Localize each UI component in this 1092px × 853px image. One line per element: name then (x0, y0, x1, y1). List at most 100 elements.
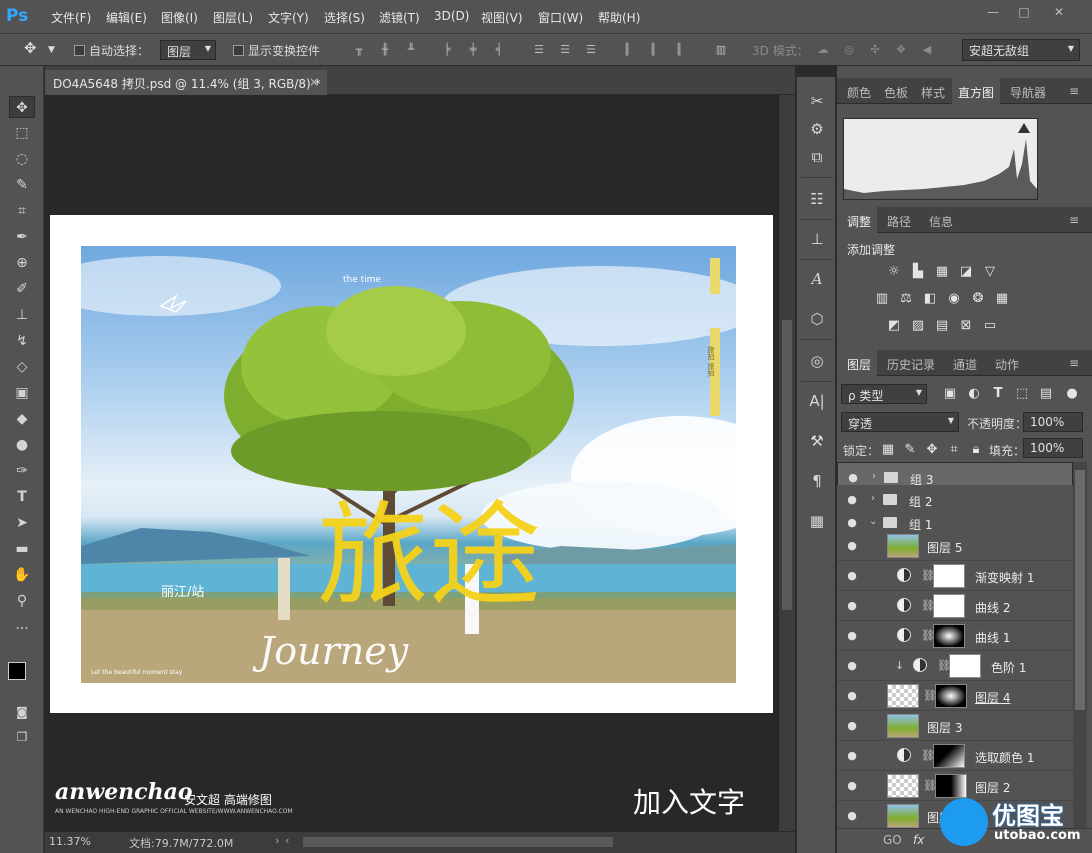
timeline-icon[interactable]: ▦ (805, 509, 829, 533)
maximize-button[interactable]: □ (1013, 4, 1035, 20)
filter-smart-icon[interactable]: ▤ (1037, 386, 1055, 402)
align-right-icon[interactable]: ╡ (492, 43, 506, 57)
layer-mask-thumbnail[interactable] (949, 654, 981, 678)
threshold-icon[interactable]: ▤ (933, 318, 951, 334)
zoom-level[interactable]: 11.37% (49, 835, 91, 848)
layer-filter-dropdown[interactable]: ρ 类型 ▼ (841, 384, 927, 404)
link-layers-icon[interactable]: GO (883, 833, 902, 847)
align-vcenter-icon[interactable]: ╫ (378, 43, 392, 57)
move-tool-icon[interactable]: ✥ (9, 96, 35, 118)
invert-icon[interactable]: ◩ (885, 318, 903, 334)
layers-scrollbar[interactable] (1073, 462, 1087, 840)
lock-pixels-icon[interactable]: ✎ (901, 442, 919, 458)
menu-edit[interactable]: 编辑(E) (106, 9, 147, 26)
rectangle-tool-icon[interactable]: ▬ (9, 538, 35, 560)
lock-all-icon[interactable]: 🔒︎ (967, 442, 985, 458)
quick-select-tool-icon[interactable]: ✎ (9, 174, 35, 196)
tab-paths[interactable]: 路径 (887, 213, 911, 230)
distribute-vcenter-icon[interactable]: ☰ (558, 43, 572, 57)
panel-menu-icon[interactable]: ≡ (1069, 213, 1079, 227)
visibility-eye-icon[interactable]: ● (845, 660, 859, 672)
auto-align-icon[interactable]: ▥ (714, 43, 728, 57)
panel-menu-icon[interactable]: ≡ (1069, 356, 1079, 370)
status-arrow-icon[interactable]: › (275, 834, 279, 847)
align-bottom-icon[interactable]: ╨ (404, 43, 418, 57)
lock-transparency-icon[interactable]: ▦ (879, 442, 897, 458)
character-icon[interactable]: A (805, 267, 829, 291)
fill-input[interactable]: 100% (1023, 438, 1083, 458)
tab-history[interactable]: 历史记录 (887, 356, 935, 373)
visibility-eye-icon[interactable]: ● (845, 780, 859, 792)
3d-rotate-icon[interactable]: ☁ (816, 43, 830, 57)
type-tool-icon[interactable]: T (9, 486, 35, 508)
history-brush-tool-icon[interactable]: ↯ (9, 330, 35, 352)
chevron-down-icon[interactable]: ▼ (48, 45, 55, 55)
filter-shape-icon[interactable]: ⬚ (1013, 386, 1031, 402)
auto-select-checkbox[interactable]: 自动选择： (74, 42, 149, 59)
dodge-tool-icon[interactable]: ● (9, 434, 35, 456)
posterize-icon[interactable]: ▨ (909, 318, 927, 334)
tab-info[interactable]: 信息 (929, 213, 953, 230)
chevron-right-icon[interactable]: › (872, 471, 876, 482)
tab-styles[interactable]: 样式 (921, 84, 945, 101)
gradient-tool-icon[interactable]: ▣ (9, 382, 35, 404)
menu-type[interactable]: 文字(Y) (268, 9, 309, 26)
tab-actions[interactable]: 动作 (995, 356, 1019, 373)
layer-mask-thumbnail[interactable] (935, 774, 967, 798)
layer-row-layer4[interactable]: ● ⛓ 图层 4 (837, 681, 1073, 711)
layer-thumbnail[interactable] (887, 534, 919, 558)
selective-color-icon[interactable]: ⊠ (957, 318, 975, 334)
3d-roll-icon[interactable]: ◎ (842, 43, 856, 57)
clone-source-icon[interactable]: ⧉ (805, 145, 829, 169)
tool-presets-icon[interactable]: ⚒ (805, 429, 829, 453)
tools-cross-icon[interactable]: ✂ (805, 89, 829, 113)
paragraph-style-icon[interactable]: A| (805, 389, 829, 413)
menu-filter[interactable]: 滤镜(T) (379, 9, 420, 26)
curves-icon[interactable]: ▦ (933, 264, 951, 280)
black-white-icon[interactable]: ◧ (921, 291, 939, 307)
gradient-map-icon[interactable]: ▭ (981, 318, 999, 334)
3d-slide-icon[interactable]: ✥ (894, 43, 908, 57)
filter-type-icon[interactable]: T (989, 386, 1007, 402)
layer-row-curves1[interactable]: ● ⛓ 曲线 1 (837, 621, 1073, 651)
visibility-eye-icon[interactable]: ● (845, 517, 859, 529)
lasso-tool-icon[interactable]: ◌ (9, 148, 35, 170)
visibility-eye-icon[interactable]: ● (845, 690, 859, 702)
channel-mixer-icon[interactable]: ❂ (969, 291, 987, 307)
minimize-button[interactable]: — (982, 4, 1004, 20)
close-button[interactable]: ✕ (1048, 4, 1070, 20)
fx-icon[interactable]: fx (913, 833, 924, 847)
align-hcenter-icon[interactable]: ╪ (466, 43, 480, 57)
tab-navigator[interactable]: 导航器 (1010, 84, 1046, 101)
align-top-icon[interactable]: ╥ (352, 43, 366, 57)
marquee-tool-icon[interactable]: ⬚ (9, 122, 35, 144)
layer-thumbnail[interactable] (887, 714, 919, 738)
3d-cube-icon[interactable]: ⬡ (805, 307, 829, 331)
vibrance-icon[interactable]: ▽ (981, 264, 999, 280)
layer-row-levels1[interactable]: ● ↓ ⛓ 色阶 1 (837, 651, 1073, 681)
workspace-dropdown[interactable]: 安超无敌组 ▼ (962, 39, 1080, 61)
eyedropper-tool-icon[interactable]: ✒ (9, 226, 35, 248)
menu-image[interactable]: 图像(I) (161, 9, 198, 26)
menu-help[interactable]: 帮助(H) (598, 9, 640, 26)
eraser-tool-icon[interactable]: ◇ (9, 356, 35, 378)
hue-saturation-icon[interactable]: ▥ (873, 291, 891, 307)
tab-histogram[interactable]: 直方图 (958, 84, 994, 101)
stamp-tool-icon[interactable]: ⊥ (9, 304, 35, 326)
hand-tool-icon[interactable]: ✋ (9, 564, 35, 586)
path-select-tool-icon[interactable]: ➤ (9, 512, 35, 534)
distribute-right-icon[interactable]: ║ (672, 43, 686, 57)
chevron-right-icon[interactable]: › (871, 493, 875, 504)
color-lookup-icon[interactable]: ▦ (993, 291, 1011, 307)
tab-color[interactable]: 颜色 (847, 84, 871, 101)
3d-scale-icon[interactable]: ◀ (920, 43, 934, 57)
tab-swatches[interactable]: 色板 (884, 84, 908, 101)
filter-adjust-icon[interactable]: ◐ (965, 386, 983, 402)
opacity-input[interactable]: 100% (1023, 412, 1083, 432)
layer-mask-thumbnail[interactable] (933, 744, 965, 768)
filter-toggle-icon[interactable]: ● (1063, 386, 1081, 402)
layer-thumbnail[interactable] (887, 804, 919, 828)
menu-view[interactable]: 视图(V) (481, 9, 523, 26)
screen-mode-icon[interactable]: ❐ (9, 726, 35, 748)
menu-select[interactable]: 选择(S) (324, 9, 365, 26)
